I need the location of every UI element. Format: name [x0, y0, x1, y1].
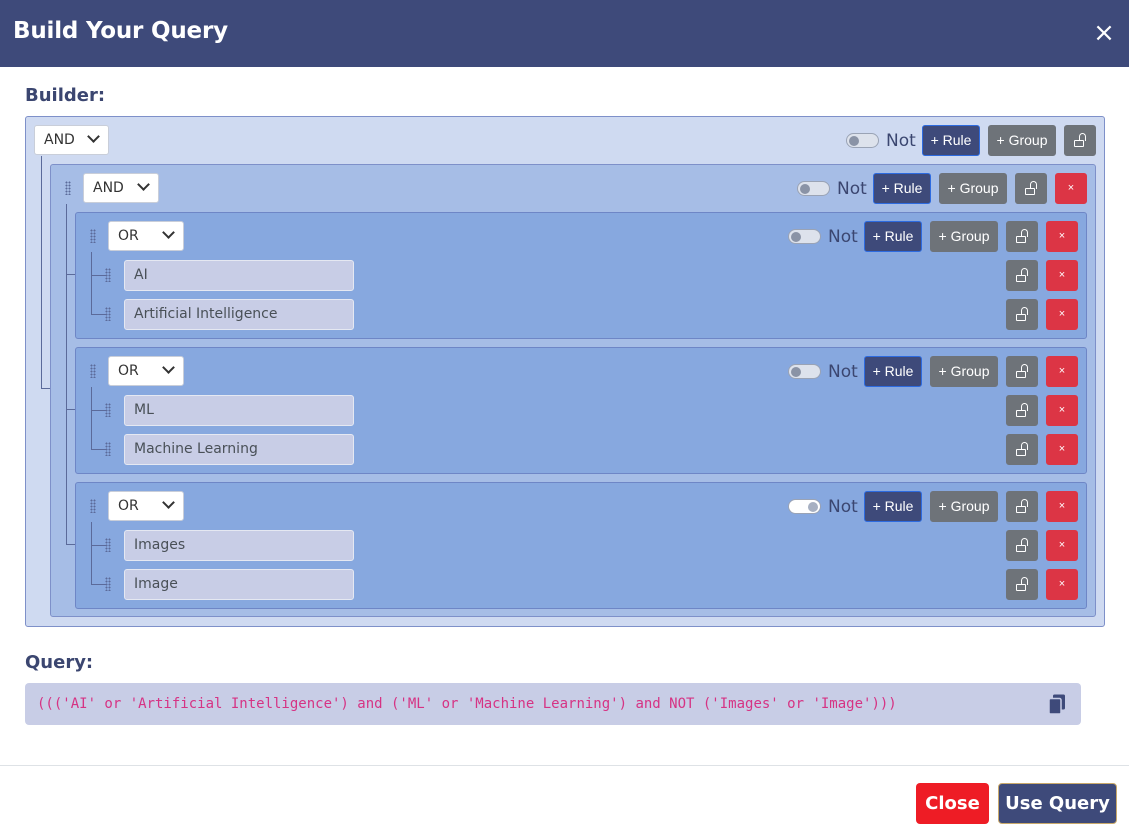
group-3-add-group-button[interactable]: + Group	[930, 491, 998, 522]
group-3-not-toggle[interactable]	[788, 499, 821, 514]
rule-lock-button[interactable]	[1006, 299, 1038, 330]
unlock-icon	[1074, 133, 1086, 147]
level1-add-rule-button[interactable]: + Rule	[873, 173, 931, 204]
root-not-label: Not	[886, 131, 916, 151]
rule-lock-button[interactable]	[1006, 260, 1038, 291]
drag-handle-icon[interactable]	[90, 499, 96, 513]
chevron-down-icon	[87, 130, 100, 143]
group-2: OR Not + Rule + Group × ML × Machine Lea…	[75, 347, 1087, 474]
rule-input[interactable]: Image	[124, 569, 354, 600]
unlock-icon	[1025, 181, 1037, 195]
group-1-not-label: Not	[828, 227, 858, 247]
unlock-icon	[1016, 499, 1028, 513]
drag-handle-icon[interactable]	[105, 307, 111, 321]
close-button[interactable]: Close	[916, 783, 989, 824]
unlock-icon	[1016, 403, 1028, 417]
drag-handle-icon[interactable]	[90, 364, 96, 378]
unlock-icon	[1016, 364, 1028, 378]
modal-title: Build Your Query	[13, 18, 228, 44]
copy-icon[interactable]	[1048, 694, 1066, 715]
query-label: Query:	[25, 652, 94, 673]
level1-not-label: Not	[837, 179, 867, 199]
modal-header: Build Your Query ×	[0, 0, 1129, 67]
group-3-lock-button[interactable]	[1006, 491, 1038, 522]
group-2-operator-select[interactable]: OR	[108, 356, 184, 386]
rule-lock-button[interactable]	[1006, 395, 1038, 426]
root-group: AND Not + Rule + Group AND Not + Rule + …	[25, 116, 1105, 627]
close-icon[interactable]: ×	[1091, 18, 1117, 48]
query-output: ((('AI' or 'Artificial Intelligence') an…	[25, 683, 1081, 725]
builder-label: Builder:	[25, 85, 106, 106]
root-lock-button[interactable]	[1064, 125, 1096, 156]
rule-delete-button[interactable]: ×	[1046, 299, 1078, 330]
level1-add-group-button[interactable]: + Group	[939, 173, 1007, 204]
rule-delete-button[interactable]: ×	[1046, 395, 1078, 426]
group-1: OR Not + Rule + Group × AI × Artificial …	[75, 212, 1087, 339]
level1-not-toggle[interactable]	[797, 181, 830, 196]
unlock-icon	[1016, 268, 1028, 282]
group-1-add-group-button[interactable]: + Group	[930, 221, 998, 252]
unlock-icon	[1016, 229, 1028, 243]
rule-input[interactable]: Machine Learning	[124, 434, 354, 465]
use-query-button[interactable]: Use Query	[998, 783, 1117, 824]
level1-delete-button[interactable]: ×	[1055, 173, 1087, 204]
group-3-operator-select[interactable]: OR	[108, 491, 184, 521]
group-1-delete-button[interactable]: ×	[1046, 221, 1078, 252]
drag-handle-icon[interactable]	[90, 229, 96, 243]
drag-handle-icon[interactable]	[65, 181, 71, 195]
drag-handle-icon[interactable]	[105, 268, 111, 282]
group-1-not-toggle[interactable]	[788, 229, 821, 244]
footer-divider	[0, 765, 1129, 766]
drag-handle-icon[interactable]	[105, 442, 111, 456]
query-text: ((('AI' or 'Artificial Intelligence') an…	[37, 696, 897, 712]
level1-lock-button[interactable]	[1015, 173, 1047, 204]
group-2-not-toggle[interactable]	[788, 364, 821, 379]
unlock-icon	[1016, 577, 1028, 591]
unlock-icon	[1016, 307, 1028, 321]
root-not-toggle[interactable]	[846, 133, 879, 148]
root-add-rule-button[interactable]: + Rule	[922, 125, 980, 156]
group-2-add-group-button[interactable]: + Group	[930, 356, 998, 387]
drag-handle-icon[interactable]	[105, 577, 111, 591]
group-3-delete-button[interactable]: ×	[1046, 491, 1078, 522]
group-1-add-rule-button[interactable]: + Rule	[864, 221, 922, 252]
rule-input[interactable]: AI	[124, 260, 354, 291]
chevron-down-icon	[162, 361, 175, 374]
drag-handle-icon[interactable]	[105, 538, 111, 552]
drag-handle-icon[interactable]	[105, 403, 111, 417]
level1-operator-select[interactable]: AND	[83, 173, 159, 203]
rule-lock-button[interactable]	[1006, 569, 1038, 600]
rule-lock-button[interactable]	[1006, 530, 1038, 561]
chevron-down-icon	[137, 178, 150, 191]
rule-lock-button[interactable]	[1006, 434, 1038, 465]
rule-delete-button[interactable]: ×	[1046, 569, 1078, 600]
group-1-operator-select[interactable]: OR	[108, 221, 184, 251]
group-2-not-label: Not	[828, 362, 858, 382]
level1-group: AND Not + Rule + Group × OR Not + Rule +…	[50, 164, 1096, 617]
unlock-icon	[1016, 442, 1028, 456]
group-2-add-rule-button[interactable]: + Rule	[864, 356, 922, 387]
group-3-not-label: Not	[828, 497, 858, 517]
group-2-lock-button[interactable]	[1006, 356, 1038, 387]
root-add-group-button[interactable]: + Group	[988, 125, 1056, 156]
unlock-icon	[1016, 538, 1028, 552]
chevron-down-icon	[162, 226, 175, 239]
rule-input[interactable]: Images	[124, 530, 354, 561]
rule-input[interactable]: ML	[124, 395, 354, 426]
rule-delete-button[interactable]: ×	[1046, 434, 1078, 465]
group-3-add-rule-button[interactable]: + Rule	[864, 491, 922, 522]
rule-input[interactable]: Artificial Intelligence	[124, 299, 354, 330]
group-1-lock-button[interactable]	[1006, 221, 1038, 252]
root-operator-select[interactable]: AND	[34, 125, 109, 155]
chevron-down-icon	[162, 496, 175, 509]
rule-delete-button[interactable]: ×	[1046, 530, 1078, 561]
group-3: OR Not + Rule + Group × Images × Image ×	[75, 482, 1087, 609]
rule-delete-button[interactable]: ×	[1046, 260, 1078, 291]
group-2-delete-button[interactable]: ×	[1046, 356, 1078, 387]
